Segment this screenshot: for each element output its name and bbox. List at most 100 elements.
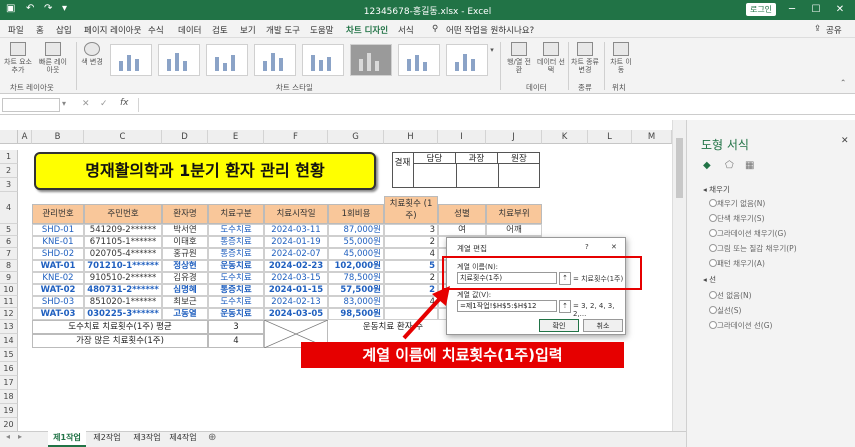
column-header[interactable]: F: [264, 130, 328, 144]
change-colors-button[interactable]: 색 변경: [80, 42, 104, 66]
table-cell[interactable]: 55,000원: [328, 236, 384, 248]
row-header[interactable]: 10: [0, 284, 18, 296]
table-cell[interactable]: 이태호: [162, 236, 208, 248]
header-cell[interactable]: 치료부위: [486, 204, 542, 224]
effects-icon[interactable]: ⬠: [725, 160, 734, 171]
header-cell[interactable]: 치료구분: [208, 204, 264, 224]
table-cell[interactable]: 030225-3******: [84, 308, 162, 320]
collapse-ribbon-icon[interactable]: ⌃: [840, 78, 846, 87]
menu-formulas[interactable]: 수식: [148, 24, 164, 36]
menu-developer[interactable]: 개발 도구: [266, 24, 300, 36]
table-cell[interactable]: 2024-01-15: [264, 284, 328, 296]
table-cell[interactable]: 여: [438, 224, 486, 236]
fill-option[interactable]: 그림 또는 질감 채우기(P): [709, 243, 797, 254]
row-header[interactable]: 3: [0, 178, 18, 192]
table-cell[interactable]: 541209-2******: [84, 224, 162, 236]
tab-scroll-right-icon[interactable]: ▸: [18, 432, 22, 441]
column-header[interactable]: H: [384, 130, 438, 144]
summary-value-max[interactable]: 4: [208, 334, 264, 348]
row-header[interactable]: 14: [0, 334, 18, 348]
insert-function-icon[interactable]: fx: [120, 98, 129, 108]
table-cell[interactable]: 3: [384, 224, 438, 236]
table-cell[interactable]: 도수치료: [208, 272, 264, 284]
chart-style-8[interactable]: [446, 44, 488, 76]
column-header[interactable]: B: [32, 130, 84, 144]
column-header[interactable]: L: [588, 130, 632, 144]
table-cell[interactable]: 87,000원: [328, 224, 384, 236]
chart-style-4[interactable]: [254, 44, 296, 76]
header-cell[interactable]: 치료시작일: [264, 204, 328, 224]
menu-page-layout[interactable]: 페이지 레이아웃: [84, 24, 141, 36]
row-header[interactable]: 19: [0, 404, 18, 418]
pane-close-button[interactable]: ✕: [841, 136, 849, 146]
table-cell[interactable]: 020705-4******: [84, 248, 162, 260]
table-cell[interactable]: 어깨: [486, 224, 542, 236]
line-option[interactable]: 실선(S): [709, 305, 741, 316]
column-header[interactable]: C: [84, 130, 162, 144]
scrollbar-thumb[interactable]: [676, 138, 683, 198]
row-header[interactable]: 20: [0, 418, 18, 432]
table-cell[interactable]: 2024-02-23: [264, 260, 328, 272]
menu-file[interactable]: 파일: [8, 24, 24, 36]
table-cell[interactable]: 2024-01-19: [264, 236, 328, 248]
header-cell[interactable]: 치료횟수 (1주): [384, 196, 438, 224]
table-cell[interactable]: 정상현: [162, 260, 208, 272]
column-header[interactable]: D: [162, 130, 208, 144]
menu-view[interactable]: 보기: [240, 24, 256, 36]
cancel-icon[interactable]: ✕: [82, 99, 90, 109]
share-button[interactable]: 공유: [826, 24, 842, 36]
column-header[interactable]: E: [208, 130, 264, 144]
menu-review[interactable]: 검토: [212, 24, 228, 36]
line-option[interactable]: 선 없음(N): [709, 290, 752, 301]
table-cell[interactable]: 통증치료: [208, 248, 264, 260]
vertical-scrollbar[interactable]: [672, 120, 686, 431]
row-header[interactable]: 15: [0, 348, 18, 362]
table-cell[interactable]: 83,000원: [328, 296, 384, 308]
enter-icon[interactable]: ✓: [100, 99, 108, 109]
table-cell[interactable]: 홍규원: [162, 248, 208, 260]
menu-help[interactable]: 도움말: [310, 24, 333, 36]
switch-row-column-button[interactable]: 행/열 전환: [504, 42, 534, 74]
name-box[interactable]: [2, 98, 60, 112]
row-header[interactable]: 16: [0, 362, 18, 376]
column-header[interactable]: K: [542, 130, 588, 144]
table-cell[interactable]: 통증치료: [208, 236, 264, 248]
size-properties-icon[interactable]: ▦: [745, 160, 754, 171]
table-cell[interactable]: 도수치료: [208, 224, 264, 236]
sheet-tab-1[interactable]: 제1작업: [48, 431, 86, 447]
row-header[interactable]: 2: [0, 164, 18, 178]
table-cell[interactable]: KNE-01: [32, 236, 84, 248]
tab-scroll-left-icon[interactable]: ◂: [6, 432, 10, 441]
series-values-input[interactable]: =제1작업!$H$5:$H$12: [457, 300, 557, 312]
sheet-tab-4[interactable]: 제4작업: [164, 431, 202, 445]
select-all-corner[interactable]: [0, 130, 18, 144]
fill-option[interactable]: 단색 채우기(S): [709, 213, 765, 224]
row-header[interactable]: 6: [0, 236, 18, 248]
table-cell[interactable]: WAT-03: [32, 308, 84, 320]
table-cell[interactable]: 4: [384, 248, 438, 260]
menu-format[interactable]: 서식: [398, 24, 414, 36]
move-chart-button[interactable]: 차트 이동: [608, 42, 634, 74]
fill-section-toggle[interactable]: ◂ 채우기: [703, 184, 730, 195]
row-header[interactable]: 11: [0, 296, 18, 308]
table-cell[interactable]: 2024-03-15: [264, 272, 328, 284]
table-cell[interactable]: 운동치료: [208, 308, 264, 320]
table-cell[interactable]: 102,000원: [328, 260, 384, 272]
close-button[interactable]: ✕: [832, 2, 848, 17]
table-cell[interactable]: 김유경: [162, 272, 208, 284]
table-cell[interactable]: 고동열: [162, 308, 208, 320]
select-data-button[interactable]: 데이터 선택: [536, 42, 566, 74]
row-header[interactable]: 13: [0, 320, 18, 334]
table-cell[interactable]: 701210-1******: [84, 260, 162, 272]
header-cell[interactable]: 1회비용: [328, 204, 384, 224]
sheet-tab-3[interactable]: 제3작업: [128, 431, 166, 445]
menu-home[interactable]: 홈: [36, 24, 44, 36]
quick-layout-button[interactable]: 빠른 레이아웃: [36, 42, 70, 74]
table-cell[interactable]: 도수치료: [208, 296, 264, 308]
table-cell[interactable]: 851020-1******: [84, 296, 162, 308]
chart-style-3[interactable]: [206, 44, 248, 76]
header-cell[interactable]: 관리번호: [32, 204, 84, 224]
column-header[interactable]: M: [632, 130, 672, 144]
table-cell[interactable]: 480731-2******: [84, 284, 162, 296]
table-cell[interactable]: WAT-02: [32, 284, 84, 296]
